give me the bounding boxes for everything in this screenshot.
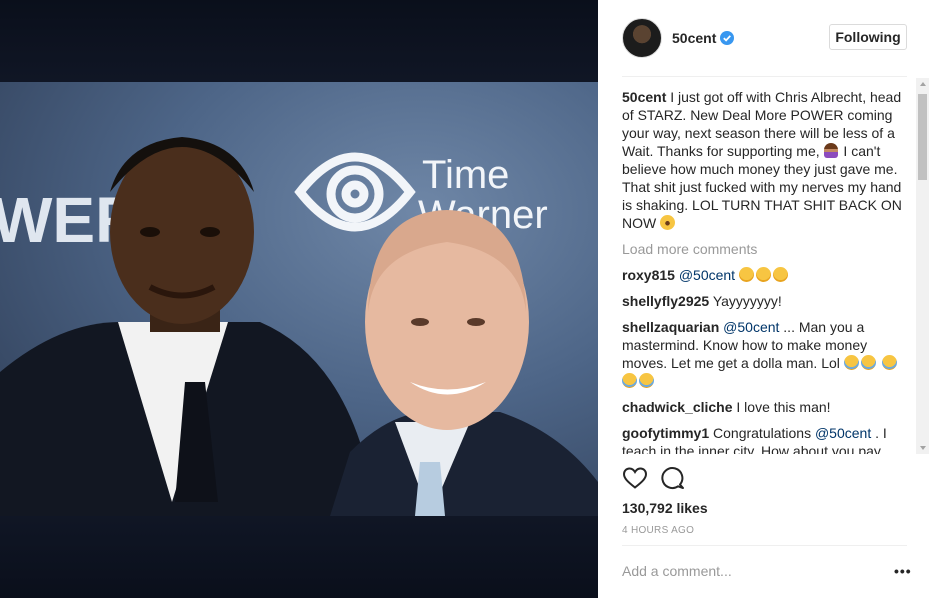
comment-username[interactable]: goofytimmy1 [622, 425, 709, 441]
comment-username[interactable]: chadwick_cliche [622, 399, 733, 415]
comment-item: roxy815 @50cent [622, 266, 914, 284]
avatar[interactable] [622, 18, 662, 58]
caption: 50cent I just got off with Chris Albrech… [622, 88, 914, 232]
logo-line1: Time [422, 153, 509, 197]
post-username[interactable]: 50cent [672, 30, 716, 46]
scrollbar-thumb[interactable] [918, 94, 927, 180]
comment-mention[interactable]: @50cent [815, 425, 871, 441]
comment-text-pre: Congratulations [713, 425, 812, 441]
comment-item: shellyfly2925 Yayyyyyyy! [622, 292, 914, 310]
photo-scene: WER Time Warner [0, 82, 598, 516]
heart-icon[interactable] [622, 466, 648, 490]
time-warner-logo-icon [294, 152, 416, 232]
post-timestamp[interactable]: 4 HOURS AGO [622, 525, 694, 536]
comment-username[interactable]: roxy815 [622, 267, 675, 283]
tears-of-joy-emoji-icon [860, 355, 876, 370]
more-options-icon[interactable]: ••• [894, 563, 912, 579]
rofl-emoji-icon [738, 267, 754, 282]
comment-item: chadwick_cliche I love this man! [622, 398, 914, 416]
likes-count[interactable]: 130,792 likes [622, 500, 708, 516]
weary-face-emoji-icon [660, 215, 676, 230]
post-side-panel: 50cent Following 50cent I just got off w… [598, 0, 931, 598]
header-divider [622, 76, 907, 77]
woman-shrugging-emoji-icon [823, 143, 838, 158]
comment-text: Yayyyyyyy! [712, 293, 782, 309]
post-photo[interactable]: WER Time Warner [0, 0, 598, 598]
photo-bottom-band [0, 516, 598, 598]
comment-item: goofytimmy1 Congratulations @50cent . I … [622, 424, 914, 454]
post-header: 50cent Following [598, 0, 931, 76]
comments-scrollbar[interactable] [916, 78, 929, 454]
caption-username[interactable]: 50cent [622, 89, 666, 105]
footer-divider [622, 545, 907, 546]
tears-of-joy-emoji-icon [881, 355, 897, 370]
comment-icon[interactable] [660, 466, 686, 490]
tears-of-joy-emoji-icon [843, 355, 859, 370]
photo-top-band [0, 0, 598, 82]
load-more-comments-link[interactable]: Load more comments [622, 240, 914, 258]
comment-username[interactable]: shellzaquarian [622, 319, 719, 335]
comment-item: shellzaquarian @50cent ... Man you a mas… [622, 318, 914, 390]
verified-icon [720, 31, 734, 45]
post-modal: WER Time Warner 50cent Following 50cent … [0, 0, 931, 598]
following-button[interactable]: Following [829, 24, 907, 50]
photo-illustration: WER Time Warner [0, 137, 598, 516]
comment-mention[interactable]: @50cent [679, 267, 735, 283]
scroll-up-arrow-icon[interactable] [920, 82, 926, 86]
comment-username[interactable]: shellyfly2925 [622, 293, 709, 309]
tears-of-joy-emoji-icon [639, 373, 654, 388]
add-comment-input[interactable] [622, 563, 872, 579]
scroll-down-arrow-icon[interactable] [920, 446, 926, 450]
right-person-figure [330, 210, 598, 516]
comment-text: I love this man! [736, 399, 831, 415]
comments-list[interactable]: 50cent I just got off with Chris Albrech… [622, 88, 914, 454]
tears-of-joy-emoji-icon [622, 373, 637, 388]
comment-mention[interactable]: @50cent [723, 319, 779, 335]
rofl-emoji-icon [772, 267, 788, 282]
rofl-emoji-icon [755, 267, 771, 282]
